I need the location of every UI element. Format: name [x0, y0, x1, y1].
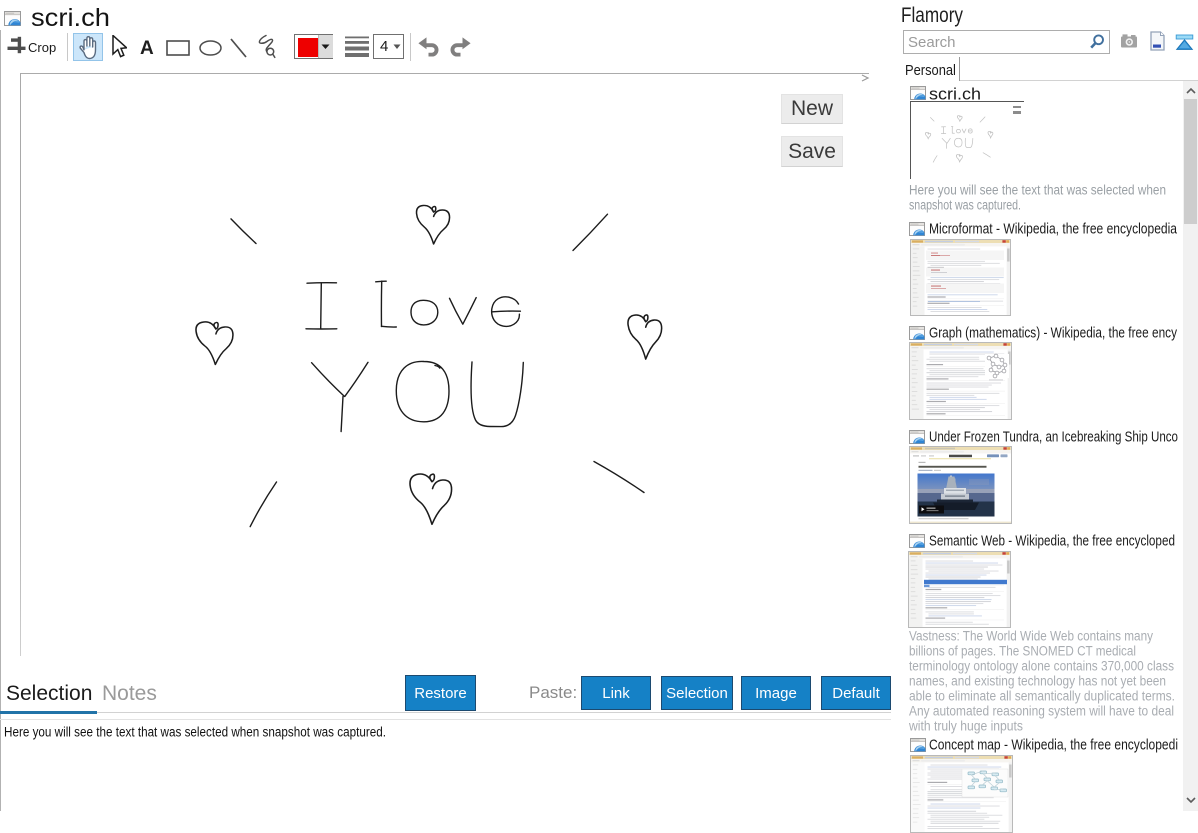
svg-text:snapshot was captured.: snapshot was captured.: [909, 198, 1021, 213]
svg-text:Graph (mathematics) - Wikipedi: Graph (mathematics) - Wikipedia, the fre…: [929, 325, 1177, 342]
svg-text:names, and existing technology: names, and existing technology has not y…: [909, 674, 1166, 689]
svg-text:Here you will see the text tha: Here you will see the text that was sele…: [909, 183, 1166, 198]
svg-text:Concept map - Wikipedia, the f: Concept map - Wikipedia, the free encycl…: [929, 737, 1178, 754]
svg-text:Microformat - Wikipedia, the f: Microformat - Wikipedia, the free encycl…: [929, 221, 1178, 238]
svg-text:scri.ch: scri.ch: [31, 4, 110, 32]
svg-text:with truly huge inputs: with truly huge inputs: [909, 719, 1023, 734]
svg-text:Any automated reasoning system: Any automated reasoning system will have…: [909, 704, 1174, 719]
svg-text:billions of pages. The SNOMED: billions of pages. The SNOMED CT medical: [909, 644, 1136, 659]
svg-text:terminology ontology alone con: terminology ontology alone contains 370,…: [909, 659, 1174, 674]
svg-text:able to eliminate all semantic: able to eliminate all semantically dupli…: [909, 689, 1175, 704]
svg-text:Under Frozen Tundra, an Icebre: Under Frozen Tundra, an Icebreaking Ship…: [929, 429, 1178, 446]
svg-text:Here you will see the text tha: Here you will see the text that was sele…: [4, 725, 386, 740]
svg-text:Flamory: Flamory: [901, 4, 963, 27]
svg-text:Semantic Web - Wikipedia, the: Semantic Web - Wikipedia, the free encyc…: [929, 533, 1175, 550]
svg-text:Vastness: The World Wide Web c: Vastness: The World Wide Web contains ma…: [909, 629, 1153, 644]
